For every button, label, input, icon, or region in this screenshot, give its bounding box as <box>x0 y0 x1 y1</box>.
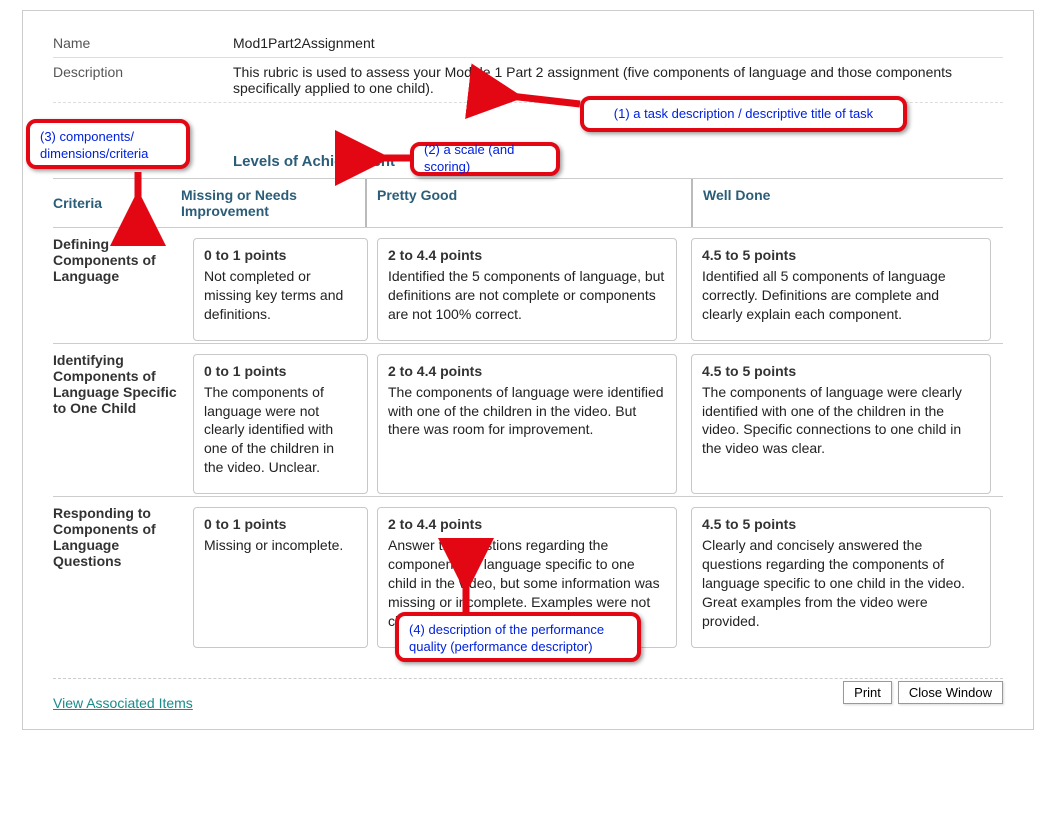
rubric-row: Identifying Components of Language Speci… <box>53 343 1003 496</box>
cell: 4.5 to 5 points The components of langua… <box>691 344 991 496</box>
divider <box>53 678 1003 679</box>
criterion-label: Defining Components of Language <box>53 228 193 343</box>
cell: 2 to 4.4 points The components of langua… <box>377 344 677 496</box>
cell: 4.5 to 5 points Clearly and concisely an… <box>691 497 991 649</box>
criterion-label: Identifying Components of Language Speci… <box>53 344 193 496</box>
cell: 0 to 1 points Not completed or missing k… <box>193 228 373 343</box>
rubric-row: Defining Components of Language 0 to 1 p… <box>53 227 1003 343</box>
cell: 0 to 1 points Missing or incomplete. <box>193 497 373 649</box>
callout-1-task-description: (1) a task description / descriptive tit… <box>580 96 907 132</box>
levels-of-achievement-heading: Levels of Achievement <box>233 153 1003 170</box>
descriptor: Identified the 5 components of language,… <box>388 267 666 324</box>
descriptor: Identified all 5 components of language … <box>702 267 980 324</box>
descriptor: Not completed or missing key terms and d… <box>204 267 357 324</box>
descriptor: The components of language were clearly … <box>702 383 980 459</box>
arrow-icon <box>372 150 414 170</box>
points: 0 to 1 points <box>204 363 357 379</box>
cell: 4.5 to 5 points Identified all 5 compone… <box>691 228 991 343</box>
descriptor: The components of language were not clea… <box>204 383 357 477</box>
callout-2-scale-scoring: (2) a scale (and scoring) <box>410 142 560 176</box>
criterion-label: Responding to Components of Language Que… <box>53 497 193 649</box>
close-window-button[interactable]: Close Window <box>898 681 1003 704</box>
description-label: Description <box>53 64 233 96</box>
points: 0 to 1 points <box>204 516 357 532</box>
descriptor: The components of language were identifi… <box>388 383 666 440</box>
arrow-icon <box>456 574 480 616</box>
view-associated-items-link[interactable]: View Associated Items <box>53 695 193 711</box>
points: 4.5 to 5 points <box>702 363 980 379</box>
print-button[interactable]: Print <box>843 681 892 704</box>
rubric-header-row: Criteria Missing or Needs Improvement Pr… <box>53 178 1003 227</box>
cell: 2 to 4.4 points Identified the 5 compone… <box>377 228 677 343</box>
criteria-heading: Criteria <box>53 179 181 227</box>
name-row: Name Mod1Part2Assignment <box>53 29 1003 58</box>
points: 4.5 to 5 points <box>702 516 980 532</box>
cell: 0 to 1 points The components of language… <box>193 344 373 496</box>
rubric-grid: Criteria Missing or Needs Improvement Pr… <box>53 178 1003 650</box>
callout-3-components-criteria: (3) components/ dimensions/criteria <box>26 119 190 169</box>
points: 0 to 1 points <box>204 247 357 263</box>
level-heading-3: Well Done <box>691 179 1003 227</box>
descriptor: Clearly and concisely answered the quest… <box>702 536 980 630</box>
points: 2 to 4.4 points <box>388 516 666 532</box>
name-label: Name <box>53 35 233 51</box>
description-value: This rubric is used to assess your Modul… <box>233 64 1003 96</box>
page-root: Name Mod1Part2Assignment Description Thi… <box>0 0 1057 817</box>
descriptor: Missing or incomplete. <box>204 536 357 555</box>
points: 2 to 4.4 points <box>388 247 666 263</box>
name-value: Mod1Part2Assignment <box>233 35 1003 51</box>
level-heading-1: Missing or Needs Improvement <box>181 179 361 227</box>
points: 4.5 to 5 points <box>702 247 980 263</box>
arrow-icon <box>128 170 152 212</box>
callout-4-performance-descriptor: (4) description of the performance quali… <box>395 612 641 662</box>
arrow-icon <box>500 86 585 116</box>
points: 2 to 4.4 points <box>388 363 666 379</box>
action-bar: Print Close Window <box>843 681 1003 704</box>
level-heading-2: Pretty Good <box>365 179 677 227</box>
